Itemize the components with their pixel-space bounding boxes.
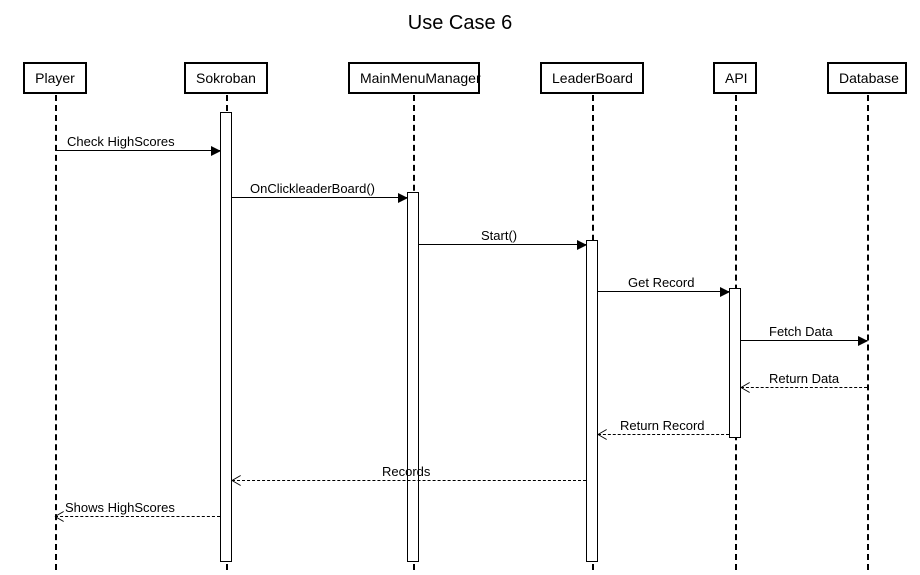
participant-api: API [713, 62, 757, 94]
lifeline-player [55, 95, 57, 570]
arrow-icon [858, 336, 868, 346]
participant-mmm: MainMenuManager [348, 62, 480, 94]
msg-label: Get Record [628, 275, 694, 290]
msg-get-record: Get Record [598, 291, 729, 292]
participant-player: Player [23, 62, 87, 94]
lifeline-database [867, 95, 869, 570]
msg-check-highscores: Check HighScores [55, 150, 220, 151]
msg-return-record: Return Record [598, 434, 729, 435]
activation-leaderboard [586, 240, 598, 562]
arrow-icon [398, 193, 408, 203]
msg-shows-highscores: Shows HighScores [55, 516, 220, 517]
arrow-icon [720, 287, 730, 297]
activation-api [729, 288, 741, 438]
msg-label: Return Data [769, 371, 839, 386]
diagram-title: Use Case 6 [0, 12, 920, 35]
msg-label: Fetch Data [769, 324, 833, 339]
msg-label: Records [382, 464, 430, 479]
msg-label: Check HighScores [67, 134, 175, 149]
msg-start: Start() [419, 244, 586, 245]
msg-label: Shows HighScores [65, 500, 175, 515]
arrow-icon [577, 240, 587, 250]
activation-mmm [407, 192, 419, 562]
participant-sokroban: Sokroban [184, 62, 268, 94]
msg-onclickleaderboard: OnClickleaderBoard() [232, 197, 407, 198]
msg-fetch-data: Fetch Data [741, 340, 867, 341]
arrow-icon [211, 146, 221, 156]
msg-records: Records [232, 480, 586, 481]
msg-label: OnClickleaderBoard() [250, 181, 375, 196]
participant-database: Database [827, 62, 907, 94]
msg-label: Return Record [620, 418, 705, 433]
activation-sokroban [220, 112, 232, 562]
msg-return-data: Return Data [741, 387, 867, 388]
msg-label: Start() [481, 228, 517, 243]
participant-leaderboard: LeaderBoard [540, 62, 644, 94]
